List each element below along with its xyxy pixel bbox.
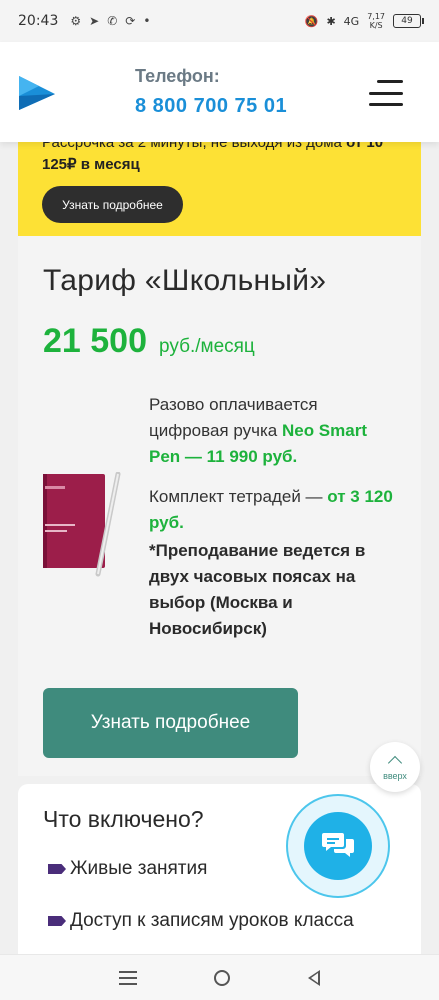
status-notification-icons: ⚙ ➤ ✆ ⟳ •	[70, 14, 150, 28]
speed-value: 7,17	[367, 12, 385, 21]
system-nav-bar	[0, 954, 439, 1000]
banner-text-normal: Рассрочка за 2 минуты, не выходя из дома	[42, 142, 347, 151]
menu-line	[369, 103, 403, 106]
home-icon[interactable]	[214, 969, 231, 986]
banner-text: Рассрочка за 2 минуты, не выходя из дома…	[42, 142, 397, 176]
pen-paragraph: Разово оплачивается цифровая ручка Neo S…	[149, 392, 399, 470]
tariff-description: Разово оплачивается цифровая ручка Neo S…	[149, 392, 399, 656]
list-item: Живые занятия	[48, 858, 207, 880]
phone-number-link[interactable]: 8 800 700 75 01	[135, 95, 287, 118]
banner-more-button[interactable]: Узнать подробнее	[42, 186, 183, 223]
menu-line	[369, 91, 403, 95]
viber-icon: ✆	[107, 14, 118, 28]
notebooks-paragraph: Комплект тетрадей — от 3 120 руб.	[149, 484, 399, 536]
list-item: Доступ к записям уроков класса	[48, 910, 354, 932]
dot-icon: •	[143, 14, 151, 28]
price-unit: руб./месяц	[159, 336, 255, 357]
notebooks-text: Комплект тетрадей —	[149, 487, 328, 506]
status-right: 🔕 ✱ 4G 7,17 K/S 49	[304, 12, 424, 30]
notebook-pen-image	[42, 472, 126, 578]
list-item-label: Живые занятия	[70, 858, 208, 879]
phone-label: Телефон:	[135, 66, 220, 86]
back-icon[interactable]	[308, 969, 321, 986]
scroll-up-button[interactable]: вверх	[370, 742, 420, 792]
timezone-note: *Преподавание ведется в двух часовых поя…	[149, 541, 366, 638]
network-type: 4G	[343, 14, 360, 28]
recent-apps-icon[interactable]	[118, 970, 137, 985]
tag-icon	[48, 916, 66, 926]
bluetooth-icon: ✱	[326, 14, 336, 28]
gear-icon: ⚙	[70, 14, 82, 28]
menu-line	[377, 80, 403, 83]
chevron-up-icon	[387, 755, 403, 770]
installment-banner: Рассрочка за 2 минуты, не выходя из дома…	[18, 142, 421, 236]
logo-icon[interactable]	[17, 74, 57, 112]
chat-button[interactable]	[286, 794, 390, 898]
banner-text-bold-2: 125₽ в месяц	[42, 156, 140, 173]
menu-line	[118, 982, 137, 985]
status-bar: 20:43 ⚙ ➤ ✆ ⟳ • 🔕 ✱ 4G 7,17 K/S 49	[0, 0, 439, 42]
chat-button-inner	[304, 812, 372, 880]
banner-text-bold: от 10	[346, 142, 384, 151]
menu-line	[118, 970, 137, 973]
mute-icon: 🔕	[304, 14, 319, 28]
status-time: 20:43	[18, 13, 59, 29]
tariff-title: Тариф «Школьный»	[43, 264, 327, 297]
network-speed: 7,17 K/S	[367, 12, 385, 30]
menu-icon[interactable]	[369, 80, 403, 106]
menu-line	[118, 976, 137, 979]
scroll-up-label: вверх	[383, 770, 407, 781]
site-header: Телефон: 8 800 700 75 01	[0, 42, 439, 142]
list-item-label: Доступ к записям уроков класса	[70, 910, 354, 931]
tag-icon	[48, 864, 66, 874]
tariff-more-button[interactable]: Узнать подробнее	[43, 688, 298, 758]
speed-unit: K/S	[369, 21, 383, 30]
battery-level: 49	[401, 16, 413, 26]
battery-icon: 49	[393, 14, 424, 28]
chat-icon	[322, 833, 354, 857]
included-title: Что включено?	[43, 806, 204, 832]
tariff-card: Тариф «Школьный» 21 500 руб./месяц Разов…	[18, 236, 421, 776]
sync-icon: ⟳	[125, 14, 136, 28]
phone-block: Телефон: 8 800 700 75 01	[135, 66, 287, 118]
price-value: 21 500	[43, 322, 147, 360]
tariff-price: 21 500 руб./месяц	[43, 322, 255, 361]
telegram-icon: ➤	[89, 14, 100, 28]
